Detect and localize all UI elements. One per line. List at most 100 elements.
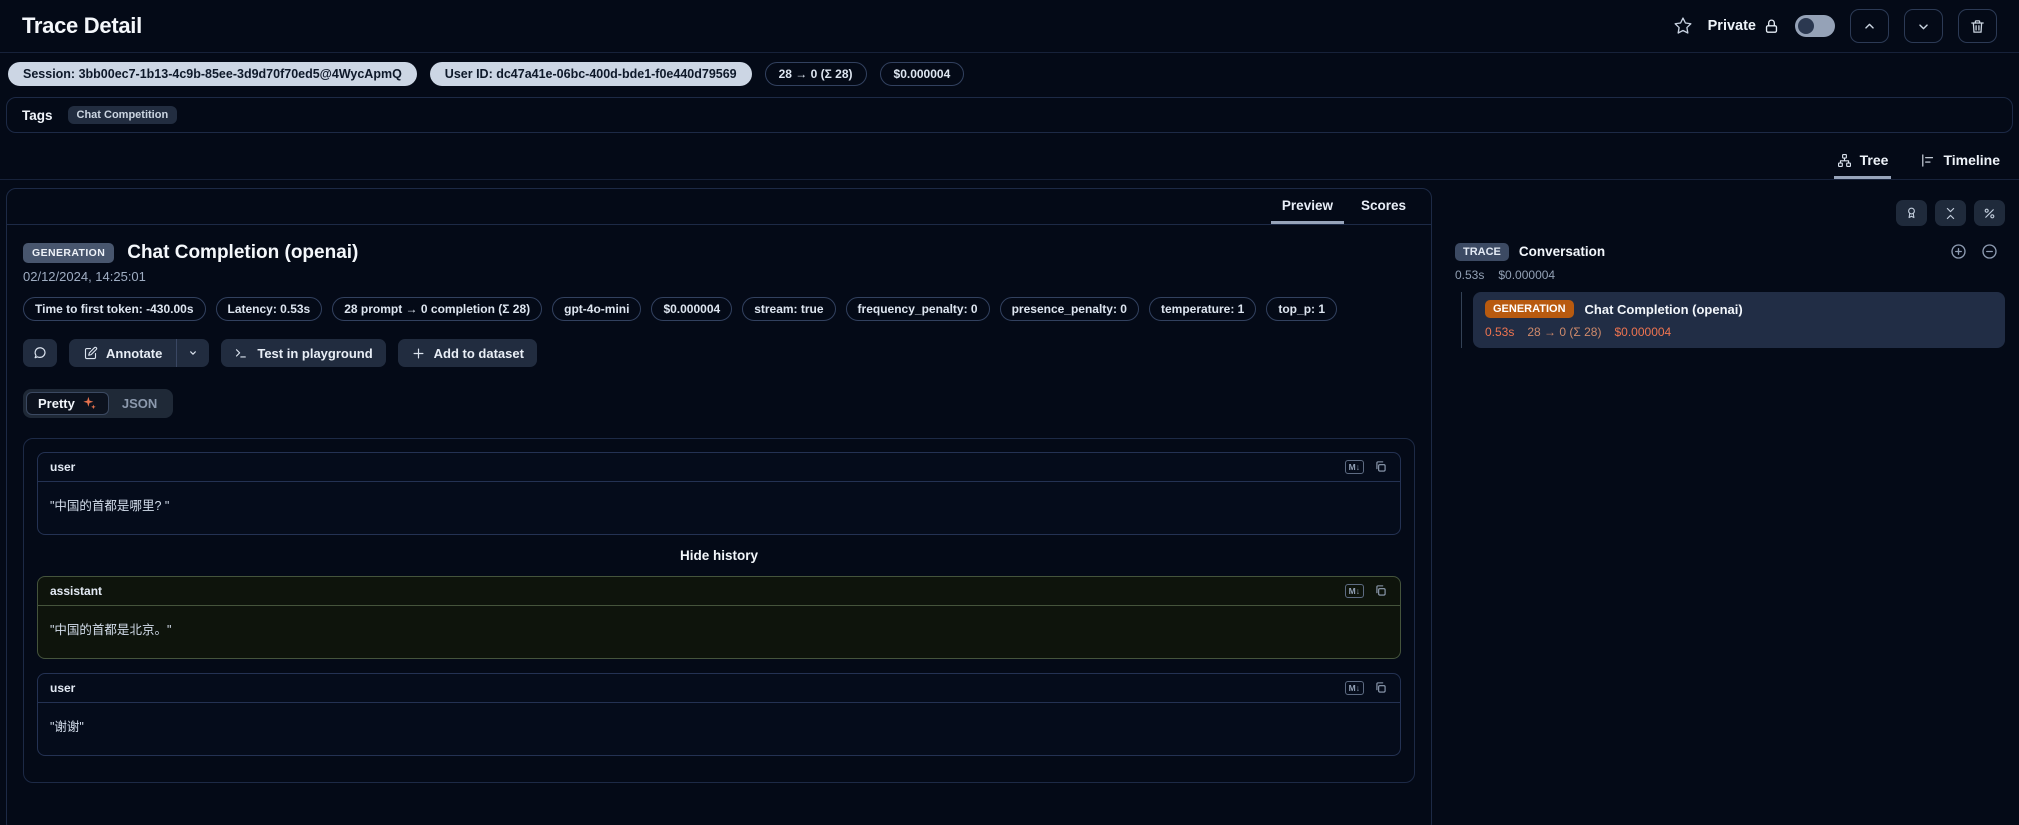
page-title: Trace Detail (22, 13, 142, 39)
chevron-down-icon (1915, 18, 1932, 35)
annotate-dropdown-button[interactable] (177, 339, 209, 367)
scores-toggle-button[interactable] (1896, 200, 1927, 226)
trace-root-row[interactable]: TRACE Conversation (1442, 240, 2013, 261)
tab-tree[interactable]: Tree (1834, 143, 1892, 179)
format-json[interactable]: JSON (109, 392, 170, 415)
tags-list: Chat Competition (68, 106, 178, 124)
copy-icon (1374, 584, 1388, 598)
trace-badges-row: Session: 3bb00ec7-1b13-4c9b-85ee-3d9d70f… (0, 53, 2019, 96)
message-role: user (50, 681, 75, 695)
header: Trace Detail Private (0, 0, 2019, 52)
terminal-icon (234, 346, 249, 361)
timeline-icon (1920, 153, 1935, 168)
chevron-up-icon (1861, 18, 1878, 35)
tree-icon (1837, 153, 1852, 168)
trace-title: Conversation (1519, 244, 1939, 259)
tab-timeline[interactable]: Timeline (1917, 143, 2003, 179)
metric-badge: gpt-4o-mini (552, 297, 641, 321)
markdown-toggle-icon[interactable]: M↓ (1345, 584, 1364, 598)
tags-label: Tags (22, 108, 53, 123)
tree-node-metrics: 0.53s 28 → 0 (Σ 28) $0.000004 (1485, 325, 1993, 339)
chevron-down-icon (186, 346, 200, 360)
message-content: "中国的首都是哪里? " (38, 482, 1400, 534)
metric-badge: presence_penalty: 0 (1000, 297, 1139, 321)
lock-icon (1763, 18, 1780, 35)
node-cost: $0.000004 (1614, 325, 1671, 339)
tab-scores[interactable]: Scores (1350, 189, 1417, 224)
view-tabs: Tree Timeline (0, 143, 2019, 180)
node-latency: 0.53s (1485, 325, 1514, 339)
tag-chip[interactable]: Chat Competition (68, 106, 178, 124)
trace-metrics: 0.53s $0.000004 (1442, 261, 2013, 284)
tree-toolbar (1442, 188, 2013, 240)
hide-history-button[interactable]: Hide history (37, 535, 1401, 576)
message-header: user M↓ (38, 674, 1400, 703)
copy-icon (1374, 460, 1388, 474)
panel-content: GENERATION Chat Completion (openai) 02/1… (7, 225, 1431, 800)
copy-button[interactable] (1374, 681, 1388, 695)
message-tools: M↓ (1345, 460, 1388, 474)
privacy-label: Private (1708, 18, 1780, 35)
trace-cost: $0.000004 (1498, 268, 1555, 282)
copy-button[interactable] (1374, 460, 1388, 474)
prev-trace-button[interactable] (1850, 9, 1889, 43)
circle-plus-icon[interactable] (1949, 242, 1968, 261)
comment-button[interactable] (23, 339, 57, 367)
percent-icon (1982, 206, 1997, 221)
metric-badge: temperature: 1 (1149, 297, 1256, 321)
cost-badge: $0.000004 (880, 62, 965, 86)
markdown-toggle-icon[interactable]: M↓ (1345, 460, 1364, 474)
observation-timestamp: 02/12/2024, 14:25:01 (23, 269, 1415, 284)
collapse-icon (1943, 206, 1958, 221)
metric-badge: stream: true (742, 297, 835, 321)
copy-icon (1374, 681, 1388, 695)
tree-node-generation[interactable]: GENERATION Chat Completion (openai) 0.53… (1473, 292, 2005, 348)
sparkles-icon (82, 396, 97, 411)
collapse-all-button[interactable] (1935, 200, 1966, 226)
message-assistant: assistant M↓ "中国 (37, 576, 1401, 659)
message-tools: M↓ (1345, 681, 1388, 695)
delete-trace-button[interactable] (1958, 9, 1997, 43)
annotate-button[interactable]: Annotate (69, 339, 176, 367)
metric-badge: top_p: 1 (1266, 297, 1337, 321)
actions-row: Annotate Test in playgro (23, 339, 1415, 367)
tokens-badge: 28 → 0 (Σ 28) (765, 62, 867, 86)
observation-type-badge: GENERATION (23, 243, 114, 263)
observation-panel: Preview Scores GENERATION Chat Completio… (6, 188, 1432, 825)
award-icon (1904, 206, 1919, 221)
format-toggle: Pretty JSON (23, 389, 173, 418)
playground-button[interactable]: Test in playground (221, 339, 385, 367)
metric-badge: 28 prompt → 0 completion (Σ 28) (332, 297, 542, 321)
next-trace-button[interactable] (1904, 9, 1943, 43)
session-badge[interactable]: Session: 3bb00ec7-1b13-4c9b-85ee-3d9d70f… (8, 62, 417, 86)
star-icon[interactable] (1673, 16, 1693, 36)
metric-badge: frequency_penalty: 0 (846, 297, 990, 321)
user-id-badge[interactable]: User ID: dc47a41e-06bc-400d-bde1-f0e440d… (430, 62, 752, 86)
trace-expand-controls (1949, 242, 2003, 261)
annotate-split-button: Annotate (69, 339, 209, 367)
tab-preview[interactable]: Preview (1271, 189, 1344, 224)
header-actions: Private (1673, 9, 1997, 43)
panel-tabs: Preview Scores (7, 189, 1431, 225)
trace-tree-sidebar: TRACE Conversation 0.53s $0.000004 (1442, 188, 2013, 348)
markdown-toggle-icon[interactable]: M↓ (1345, 681, 1364, 695)
format-pretty[interactable]: Pretty (26, 392, 109, 415)
circle-minus-icon[interactable] (1980, 242, 1999, 261)
metrics-toggle-button[interactable] (1974, 200, 2005, 226)
message-role: user (50, 460, 75, 474)
message-role: assistant (50, 584, 102, 598)
metric-badges: Time to first token: -430.00sLatency: 0.… (23, 297, 1383, 321)
public-toggle[interactable] (1795, 15, 1835, 37)
message-header: assistant M↓ (38, 577, 1400, 606)
trash-icon (1969, 18, 1986, 35)
message-tools: M↓ (1345, 584, 1388, 598)
plus-icon (411, 346, 426, 361)
message-user-1: user M↓ "中国的首都是哪 (37, 452, 1401, 535)
tree-children: GENERATION Chat Completion (openai) 0.53… (1461, 292, 2013, 348)
trace-type-badge: TRACE (1455, 243, 1509, 261)
message-content: "中国的首都是北京。" (38, 606, 1400, 658)
comment-icon (32, 345, 48, 361)
copy-button[interactable] (1374, 584, 1388, 598)
add-to-dataset-button[interactable]: Add to dataset (398, 339, 537, 367)
generation-type-badge: GENERATION (1485, 300, 1574, 318)
